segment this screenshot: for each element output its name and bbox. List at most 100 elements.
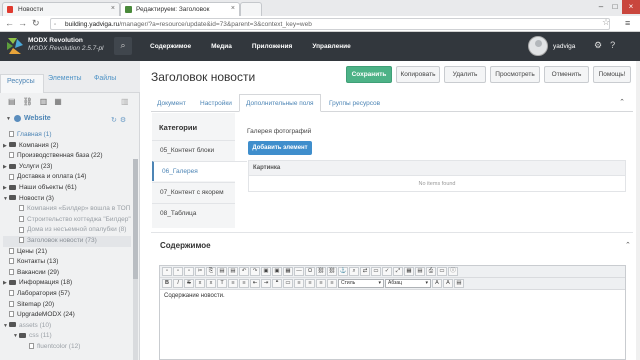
tree-item[interactable]: Доставка и оплата (14) — [3, 172, 131, 183]
delete-button[interactable]: Удалить — [444, 66, 486, 83]
save-button[interactable]: Сохранить — [346, 66, 392, 83]
maximize-editor-icon[interactable]: ⤢ — [393, 267, 403, 276]
grid-header-image[interactable]: Картинка — [249, 161, 625, 176]
preview-icon[interactable]: ▫ — [184, 267, 194, 276]
image-icon[interactable]: ▣ — [261, 267, 271, 276]
new-document-icon[interactable]: ▤ — [8, 97, 16, 106]
tree-item[interactable]: Производственная база (22) — [3, 151, 131, 162]
reload-icon[interactable]: ↻ — [32, 18, 40, 29]
tree-item[interactable]: Главная (1) — [3, 130, 131, 141]
tree-item[interactable]: Цены (21) — [3, 247, 131, 258]
remove-format-icon[interactable]: T — [217, 279, 227, 288]
numbered-list-icon[interactable]: ≡ — [228, 279, 238, 288]
tree-item[interactable]: Вакансии (29) — [3, 268, 131, 279]
tree-item[interactable]: Компания «Билдер» вошла в ТОП — [3, 204, 131, 215]
bg-color-icon[interactable]: A — [443, 279, 453, 288]
nav-manage[interactable]: Управление — [302, 32, 360, 61]
user-menu[interactable]: yadviga — [528, 36, 575, 56]
gear-icon[interactable]: ⚙ — [594, 40, 602, 51]
spellcheck-icon[interactable]: ✓ — [382, 267, 392, 276]
align-center-icon[interactable]: ≡ — [305, 279, 315, 288]
paste-text-icon[interactable]: ▤ — [228, 267, 238, 276]
tab-resource-groups[interactable]: Группы ресурсов — [329, 100, 380, 107]
close-tab-icon[interactable]: × — [111, 5, 115, 12]
cancel-button[interactable]: Отменить — [544, 66, 589, 83]
nav-media[interactable]: Медиа — [201, 32, 242, 61]
maximize-icon[interactable]: □ — [608, 0, 622, 14]
superscript-icon[interactable]: x — [206, 279, 216, 288]
avatar[interactable] — [528, 36, 548, 56]
anchor-icon[interactable]: ⚓ — [338, 267, 348, 276]
back-icon[interactable]: ← — [5, 18, 14, 28]
tree-item[interactable]: Заголовок новости (73) — [3, 235, 131, 247]
search-icon[interactable]: ⌕ — [114, 37, 132, 55]
style-select[interactable]: Стиль ▾ — [338, 279, 384, 288]
tree-item[interactable]: ▼ css (11) — [3, 331, 131, 342]
text-color-icon[interactable]: A — [432, 279, 442, 288]
undo-icon[interactable]: ↶ — [239, 267, 249, 276]
table-icon[interactable]: ▦ — [283, 267, 293, 276]
window-close-icon[interactable]: × — [622, 0, 640, 14]
tree-item[interactable]: Дома из несъемной опалубки (8) — [3, 225, 131, 236]
symlink-icon[interactable]: ▥ — [40, 97, 48, 106]
tree-item[interactable]: UpgradeMODX (24) — [3, 310, 131, 321]
view-button[interactable]: Просмотреть — [490, 66, 540, 83]
scrollbar-thumb[interactable] — [133, 159, 138, 279]
cut-icon[interactable]: ✂ — [195, 267, 205, 276]
modx-logo-icon[interactable] — [5, 36, 25, 56]
static-resource-icon[interactable]: ▦ — [54, 97, 62, 106]
add-item-button[interactable]: Добавить элемент — [248, 141, 312, 155]
align-right-icon[interactable]: ≡ — [316, 279, 326, 288]
site-context[interactable]: ▼ Website — [6, 115, 51, 122]
copy-button[interactable]: Копировать — [396, 66, 440, 83]
align-justify-icon[interactable]: ≡ — [327, 279, 337, 288]
browser-menu-icon[interactable]: ≡ — [625, 18, 630, 28]
div-icon[interactable]: ▭ — [283, 279, 293, 288]
new-page-icon[interactable]: ▫ — [173, 267, 183, 276]
forward-icon[interactable]: → — [18, 18, 27, 28]
redo-icon[interactable]: ↷ — [250, 267, 260, 276]
category-table[interactable]: 08_Таблица — [152, 203, 235, 223]
main-scrollbar[interactable] — [636, 61, 640, 360]
bold-icon[interactable]: B — [162, 279, 172, 288]
tree-scrollbar[interactable] — [133, 159, 138, 360]
tree-item[interactable]: ▶ Информация (18) — [3, 278, 131, 289]
unlink-icon[interactable]: ⛓ — [327, 267, 337, 276]
flash-icon[interactable]: ▣ — [272, 267, 282, 276]
tree-item[interactable]: Лаборатория (57) — [3, 289, 131, 300]
refresh-icon[interactable]: ↻ — [111, 116, 117, 124]
blockquote-icon[interactable]: ❝ — [272, 279, 282, 288]
rich-text-editor[interactable]: ▫ ▫ ▫ ✂ ⎘ ▤ ▤ ↶ ↷ ▣ ▣ ▦ — Ω ⛓ ⛓ ⚓ ⌕ ⇄ ▭ … — [159, 265, 626, 360]
url-input[interactable]: ▫ building.yadviga.ru/manager/?a=resourc… — [50, 18, 610, 30]
tree-item[interactable]: ▶ Наши объекты (61) — [3, 183, 131, 194]
browser-tab-active[interactable]: Редактируем: Заголовок × — [120, 2, 240, 16]
category-anchor-content[interactable]: 07_Контент с якорем — [152, 182, 235, 202]
tab-tvs[interactable]: Дополнительные поля — [239, 94, 321, 112]
browser-tab[interactable]: Новости × — [2, 2, 120, 16]
copy-icon[interactable]: ⎘ — [206, 267, 216, 276]
indent-icon[interactable]: ⇥ — [261, 279, 271, 288]
tab-resources[interactable]: Ресурсы — [0, 74, 44, 93]
caret-down-icon[interactable]: ▼ — [6, 116, 11, 122]
bookmark-star-icon[interactable]: ☆ — [602, 17, 610, 28]
weblink-icon[interactable]: ⛓ — [23, 97, 33, 106]
tree-item[interactable]: Контакты (13) — [3, 257, 131, 268]
collapse-caret-icon[interactable]: ⌃ — [619, 98, 625, 106]
paste-word-icon[interactable]: ▤ — [454, 279, 464, 288]
nav-apps[interactable]: Приложения — [242, 32, 302, 61]
tree-item[interactable]: ▼ assets (10) — [3, 321, 131, 332]
help-icon[interactable]: ? — [610, 40, 615, 51]
editor-content[interactable]: Содержание новости. — [160, 290, 625, 302]
iframe-icon[interactable]: ▭ — [437, 267, 447, 276]
tree-item[interactable]: Строительство коттеджа "Билдер" — [3, 215, 131, 226]
select-all-icon[interactable]: ▭ — [371, 267, 381, 276]
bulleted-list-icon[interactable]: ≡ — [239, 279, 249, 288]
settings-icon[interactable]: ⚙ — [120, 116, 126, 124]
close-tab-icon[interactable]: × — [231, 5, 235, 12]
content-collapse-icon[interactable]: ⌃ — [625, 241, 631, 249]
minimize-icon[interactable]: – — [594, 0, 608, 14]
find-icon[interactable]: ⌕ — [349, 267, 359, 276]
tab-files[interactable]: Файлы — [94, 75, 116, 82]
horizontal-line-icon[interactable]: — — [294, 267, 304, 276]
tree-item[interactable]: Sitemap (20) — [3, 300, 131, 311]
